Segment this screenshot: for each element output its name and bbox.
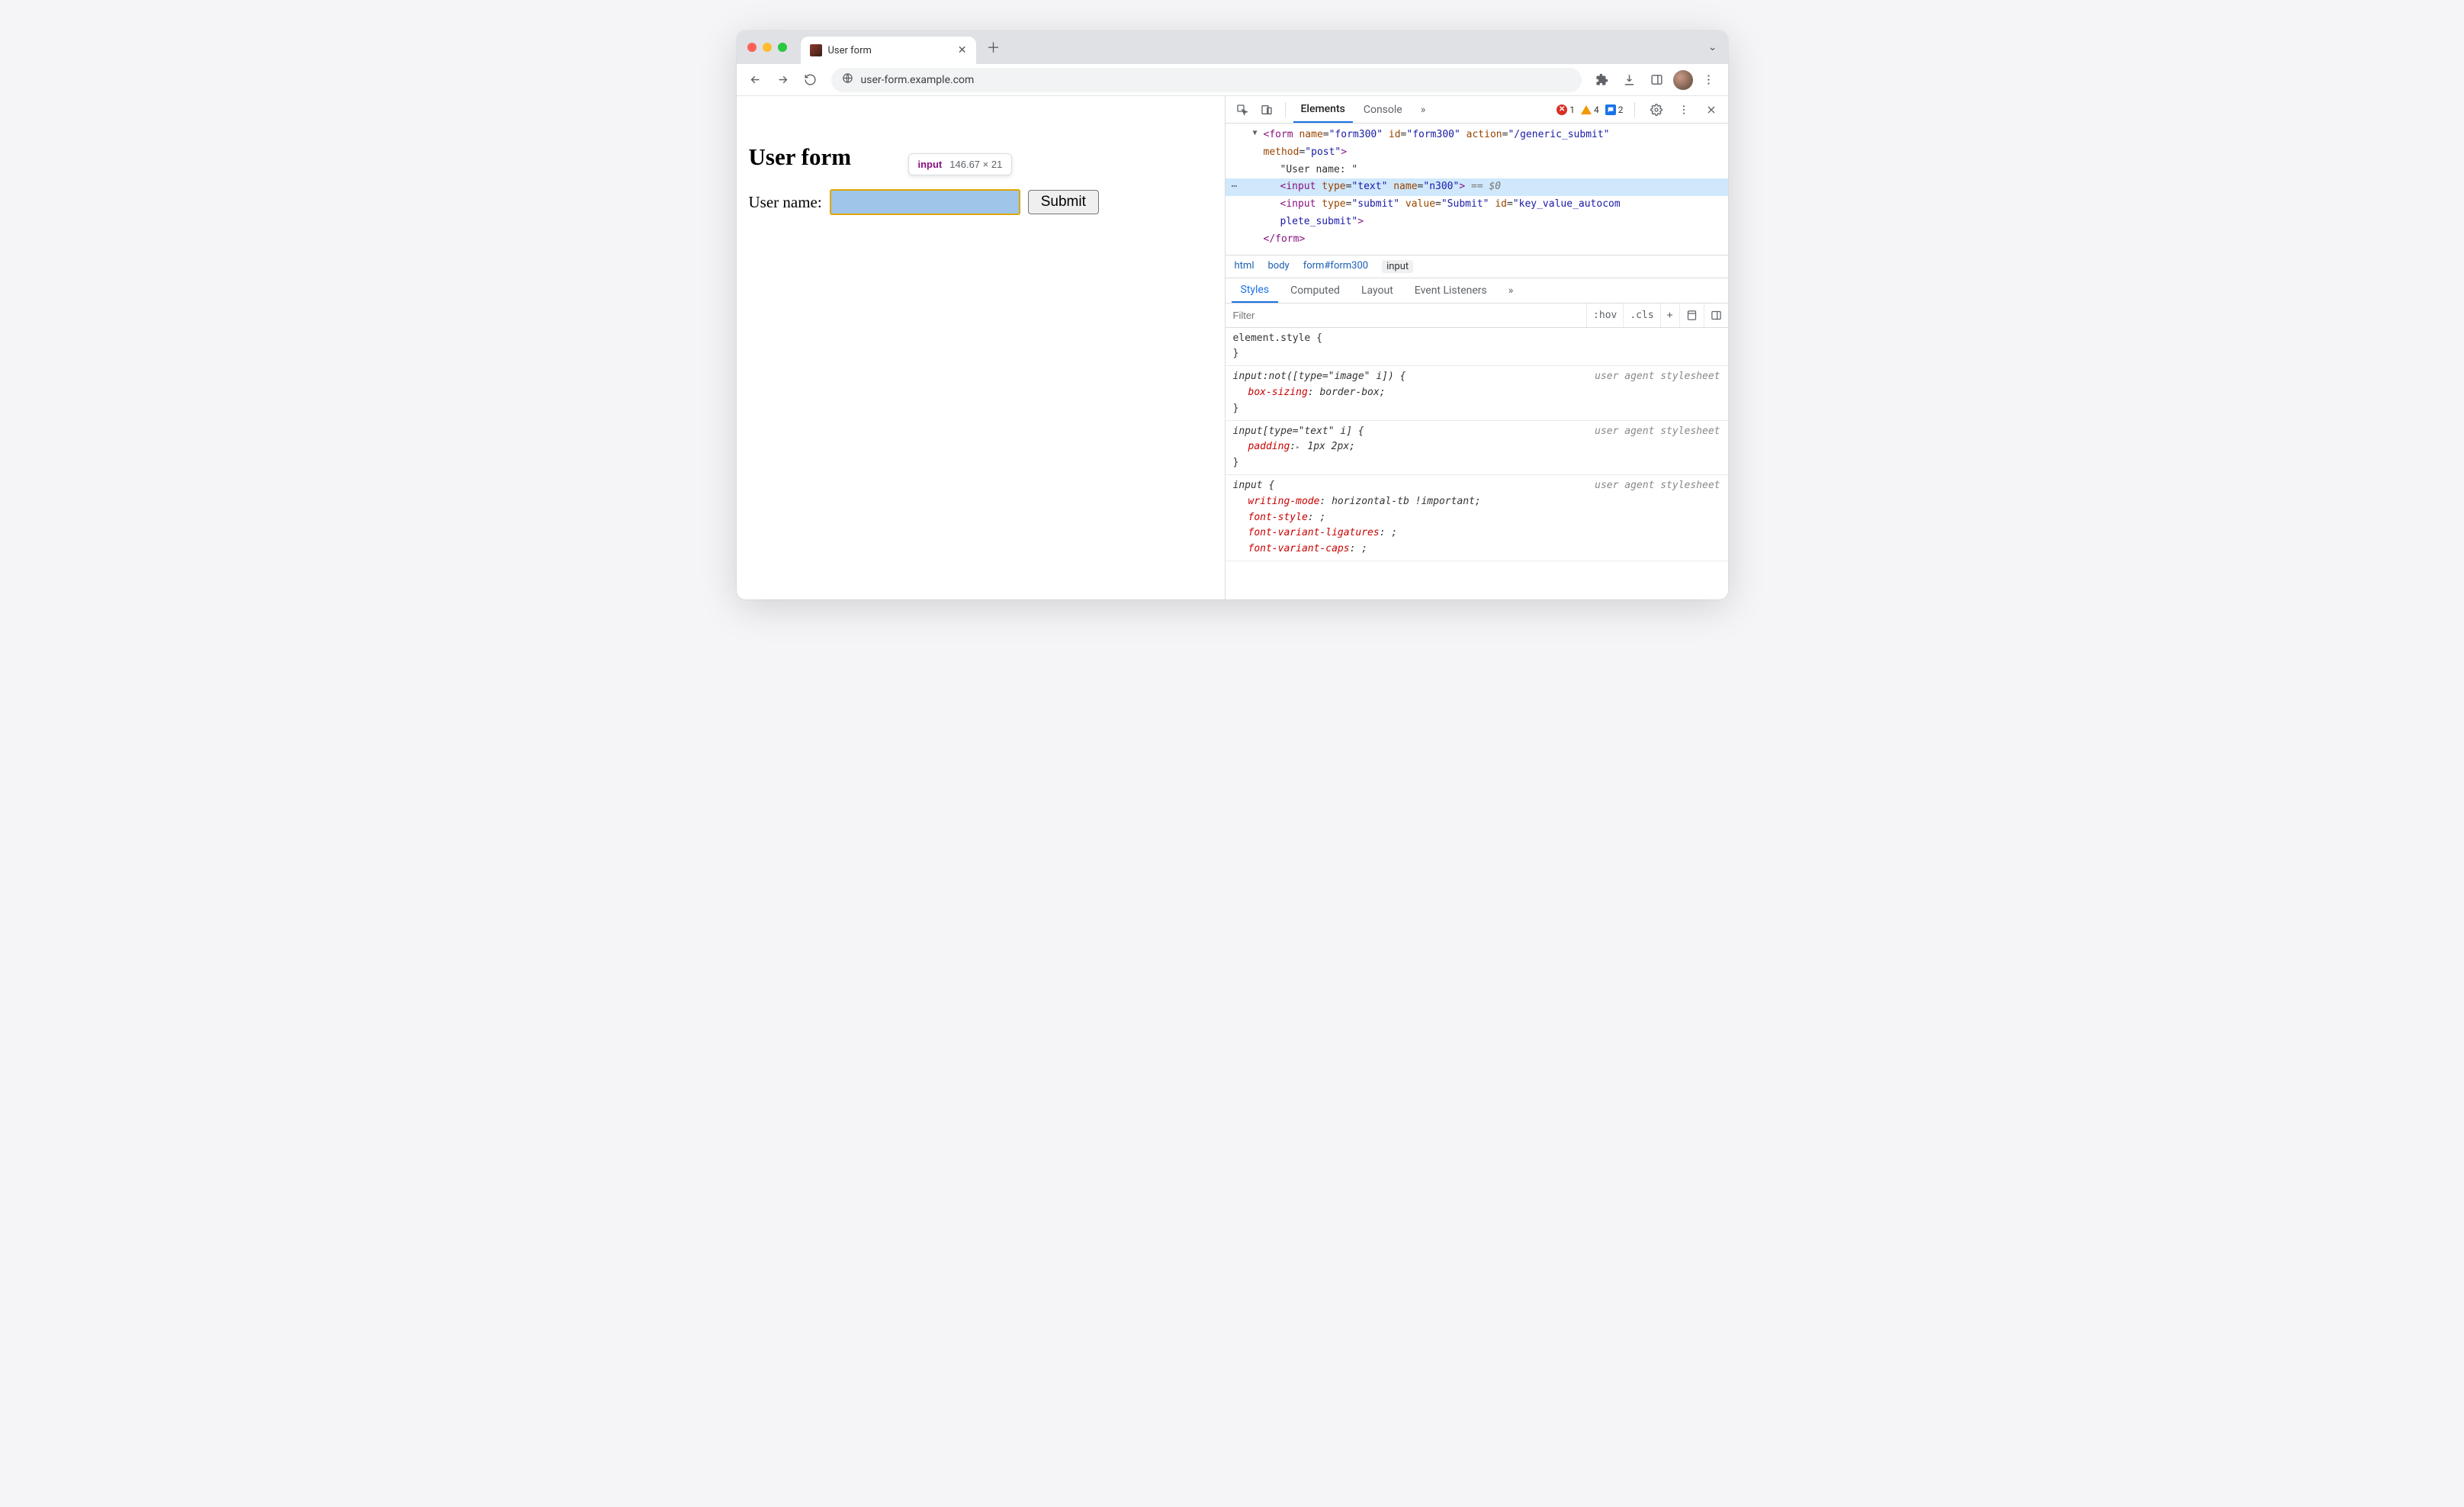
- tab-styles[interactable]: Styles: [1232, 278, 1279, 303]
- new-rule-button[interactable]: +: [1660, 304, 1679, 327]
- crumb-input[interactable]: input: [1382, 260, 1413, 273]
- extensions-button[interactable]: [1591, 69, 1614, 92]
- dom-line[interactable]: method="post">: [1226, 144, 1728, 162]
- dom-line[interactable]: "User name: ": [1226, 162, 1728, 179]
- tab-close-icon[interactable]: ✕: [958, 44, 967, 56]
- back-button[interactable]: [744, 69, 767, 92]
- dom-breadcrumb: html body form#form300 input: [1226, 255, 1728, 278]
- errors-badge[interactable]: ✕1: [1556, 104, 1575, 115]
- styles-toolbar: :hov .cls +: [1226, 304, 1728, 328]
- css-rule[interactable]: element.style { }: [1226, 328, 1728, 367]
- window-minimize-button[interactable]: [763, 43, 772, 52]
- username-label: User name:: [749, 193, 822, 212]
- tab-computed[interactable]: Computed: [1281, 278, 1349, 303]
- dom-line[interactable]: ▼<form name="form300" id="form300" actio…: [1226, 127, 1728, 144]
- dom-line[interactable]: </form>: [1226, 231, 1728, 249]
- separator: [1634, 102, 1635, 117]
- styles-filter-input[interactable]: [1226, 310, 1587, 321]
- tab-more[interactable]: »: [1413, 96, 1434, 123]
- downloads-button[interactable]: [1618, 69, 1641, 92]
- issues-badge[interactable]: 2: [1605, 104, 1624, 115]
- toolbar: user-form.example.com: [737, 64, 1728, 96]
- browser-window: User form ✕ ＋ ⌄ user-form.example.com in…: [737, 31, 1728, 599]
- window-close-button[interactable]: [747, 43, 757, 52]
- dom-line[interactable]: plete_submit">: [1226, 214, 1728, 231]
- tab-event-listeners[interactable]: Event Listeners: [1405, 278, 1496, 303]
- settings-icon[interactable]: [1646, 99, 1667, 120]
- reload-button[interactable]: [799, 69, 822, 92]
- devtools-tabbar: Elements Console » ✕1 4 2: [1226, 96, 1728, 124]
- tab-layout[interactable]: Layout: [1352, 278, 1402, 303]
- profile-avatar[interactable]: [1673, 70, 1693, 90]
- css-rule[interactable]: user agent stylesheet input:not([type="i…: [1226, 366, 1728, 420]
- tooltip-tag: input: [918, 159, 943, 170]
- computed-sidebar-icon[interactable]: [1679, 304, 1704, 327]
- styles-tabbar: Styles Computed Layout Event Listeners »: [1226, 278, 1728, 304]
- device-toolbar-icon[interactable]: [1256, 99, 1277, 120]
- dom-line[interactable]: <input type="submit" value="Submit" id="…: [1226, 196, 1728, 214]
- tab-title: User form: [828, 45, 952, 56]
- content-row: input 146.67 × 21 User form User name: S…: [737, 96, 1728, 599]
- side-panel-button[interactable]: [1646, 69, 1669, 92]
- devtools-menu-icon[interactable]: [1673, 99, 1695, 120]
- traffic-lights: [747, 43, 787, 52]
- toggle-sidebar-icon[interactable]: [1704, 304, 1728, 327]
- submit-button[interactable]: Submit: [1028, 190, 1099, 214]
- css-rule[interactable]: user agent stylesheet input[type="text" …: [1226, 421, 1728, 475]
- new-tab-button[interactable]: ＋: [987, 37, 1001, 57]
- warnings-badge[interactable]: 4: [1581, 104, 1599, 115]
- chrome-menu-button[interactable]: [1698, 69, 1720, 92]
- favicon-icon: [810, 44, 822, 56]
- crumb-html[interactable]: html: [1235, 260, 1254, 273]
- globe-icon: [842, 72, 853, 87]
- rendered-page: input 146.67 × 21 User form User name: S…: [737, 96, 1225, 599]
- forward-button[interactable]: [772, 69, 795, 92]
- window-zoom-button[interactable]: [778, 43, 787, 52]
- tab-console[interactable]: Console: [1356, 96, 1410, 123]
- devtools-panel: Elements Console » ✕1 4 2 ▼<form name="f…: [1225, 96, 1728, 599]
- url-text: user-form.example.com: [861, 74, 975, 86]
- inspect-tooltip: input 146.67 × 21: [908, 153, 1013, 175]
- crumb-body[interactable]: body: [1267, 260, 1289, 273]
- username-input[interactable]: [830, 189, 1020, 215]
- tab-styles-more[interactable]: »: [1499, 278, 1523, 303]
- styles-body[interactable]: element.style { } user agent stylesheet …: [1226, 328, 1728, 599]
- address-bar[interactable]: user-form.example.com: [831, 68, 1582, 92]
- dom-tree[interactable]: ▼<form name="form300" id="form300" actio…: [1226, 124, 1728, 255]
- status-badges: ✕1 4 2: [1556, 99, 1721, 120]
- css-rule[interactable]: user agent stylesheet input { writing-mo…: [1226, 475, 1728, 561]
- dom-line-selected[interactable]: <input type="text" name="n300"> == $0: [1226, 178, 1728, 196]
- inspect-element-icon[interactable]: [1232, 99, 1253, 120]
- crumb-form[interactable]: form#form300: [1303, 260, 1368, 273]
- tooltip-dims: 146.67 × 21: [949, 159, 1002, 170]
- separator: [1285, 102, 1286, 117]
- hov-toggle[interactable]: :hov: [1586, 304, 1623, 327]
- devtools-close-icon[interactable]: [1701, 99, 1722, 120]
- browser-tab[interactable]: User form ✕: [801, 37, 976, 64]
- titlebar: User form ✕ ＋ ⌄: [737, 31, 1728, 64]
- tabs-dropdown-icon[interactable]: ⌄: [1708, 41, 1717, 53]
- cls-toggle[interactable]: .cls: [1623, 304, 1659, 327]
- form-row: User name: Submit: [749, 189, 1213, 215]
- tab-elements[interactable]: Elements: [1293, 96, 1353, 123]
